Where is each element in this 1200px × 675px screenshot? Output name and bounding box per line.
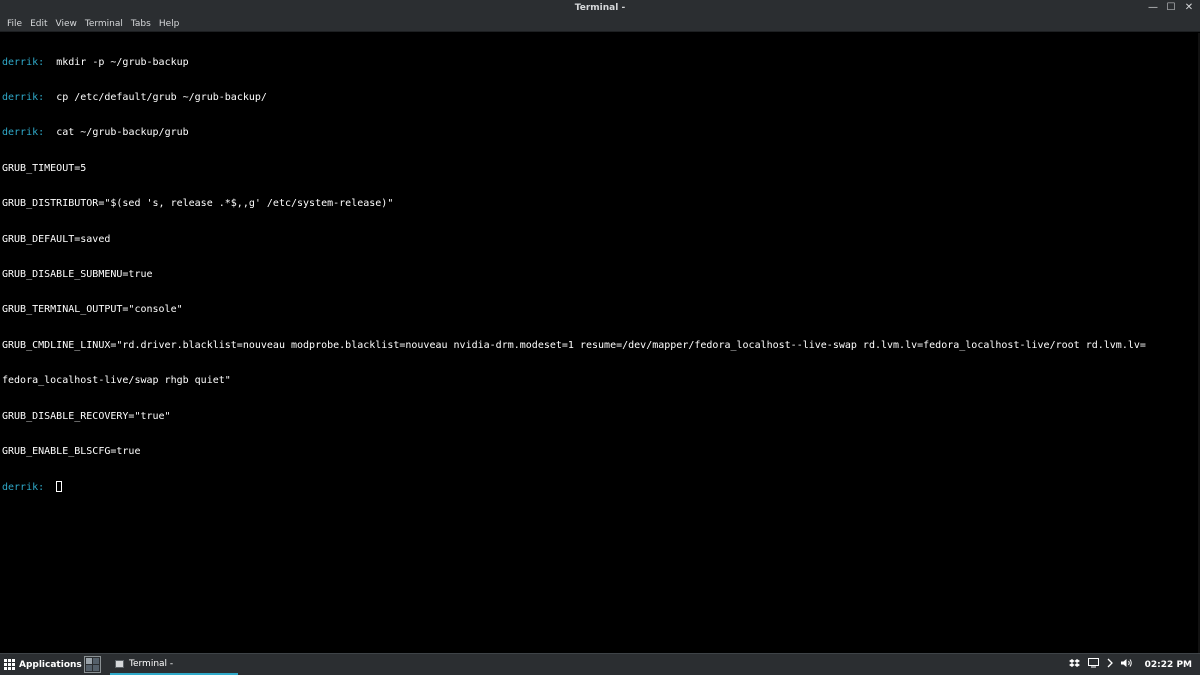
menu-tabs[interactable]: Tabs [127,16,155,32]
output-text: GRUB_DISABLE_RECOVERY="true" [2,410,171,422]
menu-view[interactable]: View [52,16,81,32]
prompt: derrik: [2,56,45,68]
close-icon[interactable]: ✕ [1184,3,1194,13]
terminal-current-line[interactable]: derrik: [2,481,1200,493]
command-text: mkdir -p ~/grub-backup [44,56,189,68]
chevron-right-icon[interactable] [1107,658,1113,671]
terminal-line: derrik: mkdir -p ~/grub-backup [2,57,1200,69]
workspace-switcher[interactable] [84,656,101,673]
applications-label: Applications [19,659,82,670]
terminal-line: GRUB_DEFAULT=saved [2,234,1200,246]
output-text: GRUB_TERMINAL_OUTPUT="console" [2,304,183,316]
window-controls: — ☐ ✕ [1148,0,1194,16]
terminal-icon [115,659,124,668]
terminal-line: derrik: cat ~/grub-backup/grub [2,127,1200,139]
text-cursor [56,481,63,493]
menu-edit[interactable]: Edit [26,16,51,32]
window-title: Terminal - [574,3,626,13]
menubar: File Edit View Terminal Tabs Help [0,16,1200,32]
taskbar-item-label: Terminal - [129,658,174,669]
taskbar-item-terminal[interactable]: Terminal - [110,654,238,675]
output-text: GRUB_DEFAULT=saved [2,233,111,245]
terminal-line: GRUB_ENABLE_BLSCFG=true [2,446,1200,458]
terminal-line: GRUB_DISABLE_RECOVERY="true" [2,411,1200,423]
terminal-line: GRUB_TERMINAL_OUTPUT="console" [2,304,1200,316]
terminal-line: derrik: cp /etc/default/grub ~/grub-back… [2,92,1200,104]
terminal-line: GRUB_CMDLINE_LINUX="rd.driver.blacklist=… [2,340,1200,352]
menu-help[interactable]: Help [155,16,184,32]
dropbox-icon[interactable] [1068,658,1080,671]
window-titlebar[interactable]: Terminal - — ☐ ✕ [0,0,1200,16]
terminal-line: fedora_localhost-live/swap rhgb quiet" [2,375,1200,387]
display-icon[interactable] [1087,658,1099,671]
prompt: derrik: [2,127,45,139]
system-tray: 02:22 PM [1068,654,1192,675]
menu-terminal[interactable]: Terminal [81,16,127,32]
prompt: derrik: [2,91,45,103]
terminal-line: GRUB_DISTRIBUTOR="$(sed 's, release .*$,… [2,198,1200,210]
output-text: GRUB_DISABLE_SUBMENU=true [2,268,153,280]
taskbar: Applications Terminal - 02:22 PM [0,653,1200,675]
maximize-icon[interactable]: ☐ [1166,3,1176,13]
terminal-output[interactable]: derrik: mkdir -p ~/grub-backup derrik: c… [0,33,1200,653]
output-text: fedora_localhost-live/swap rhgb quiet" [2,375,231,387]
output-text: GRUB_ENABLE_BLSCFG=true [2,445,141,457]
terminal-line: GRUB_TIMEOUT=5 [2,163,1200,175]
applications-menu-button[interactable]: Applications [4,654,82,675]
prompt: derrik: [2,482,45,494]
terminal-window: Terminal - — ☐ ✕ File Edit View Terminal… [0,0,1200,653]
output-text: GRUB_CMDLINE_LINUX="rd.driver.blacklist=… [2,339,1146,351]
terminal-line: GRUB_DISABLE_SUBMENU=true [2,269,1200,281]
clock[interactable]: 02:22 PM [1145,660,1192,670]
command-text: cat ~/grub-backup/grub [44,127,189,139]
output-text: GRUB_DISTRIBUTOR="$(sed 's, release .*$,… [2,198,394,210]
current-input[interactable] [44,482,56,493]
command-text: cp /etc/default/grub ~/grub-backup/ [44,91,267,103]
apps-grid-icon [4,659,15,670]
menu-file[interactable]: File [3,16,26,32]
output-text: GRUB_TIMEOUT=5 [2,162,87,174]
minimize-icon[interactable]: — [1148,3,1158,13]
volume-icon[interactable] [1120,658,1133,671]
